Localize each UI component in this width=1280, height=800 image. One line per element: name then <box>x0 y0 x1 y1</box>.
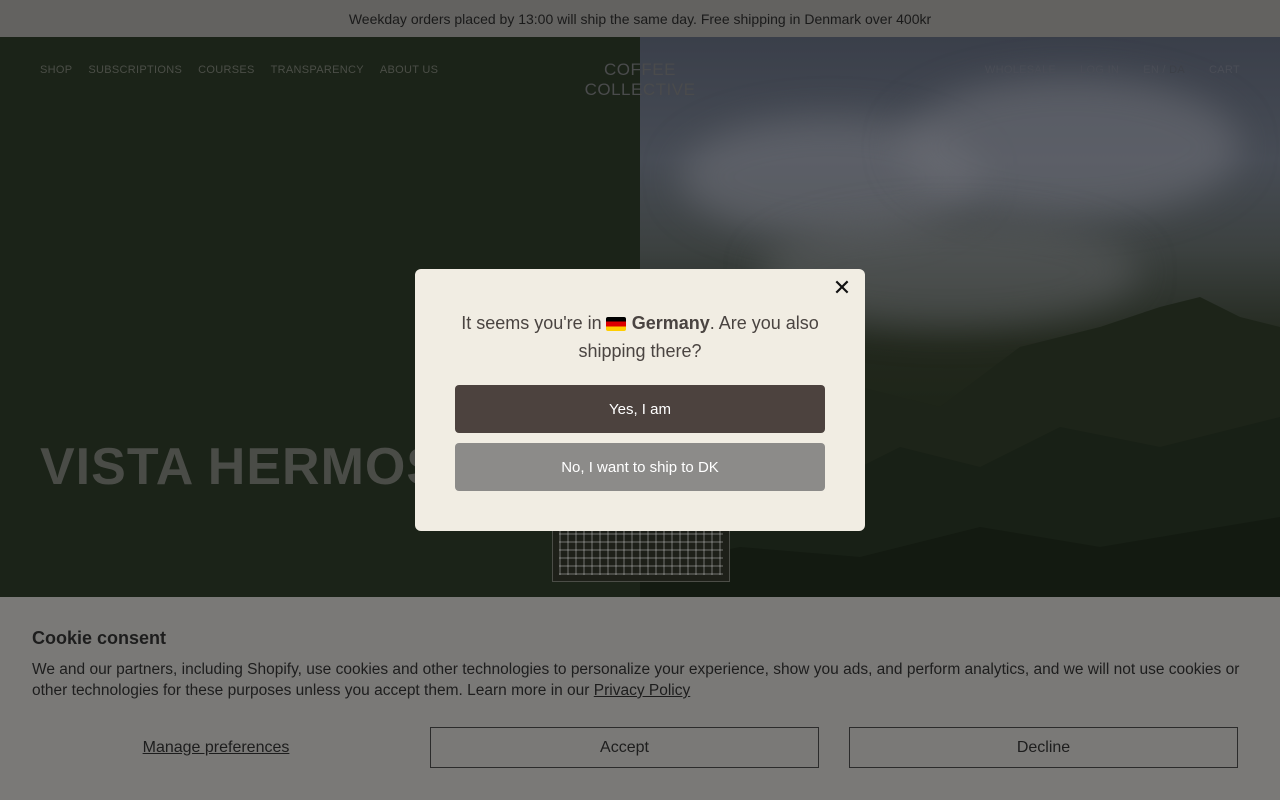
main-nav: SHOP SUBSCRIPTIONS COURSES TRANSPARENCY … <box>40 64 438 76</box>
decline-button[interactable]: Decline <box>849 727 1238 768</box>
nav-item-cart[interactable]: CART <box>1209 64 1240 76</box>
cookie-title: Cookie consent <box>32 628 167 648</box>
modal-text-before: It seems you're in <box>461 313 602 333</box>
modal-message: It seems you're in Germany. Are you also … <box>455 309 825 365</box>
nav-item-wholesale[interactable]: WHOLESALE <box>985 64 1056 76</box>
yes-button[interactable]: Yes, I am <box>455 385 825 433</box>
cookie-body: We and our partners, including Shopify, … <box>32 659 1248 701</box>
close-icon[interactable]: ✕ <box>831 277 853 299</box>
language-switcher[interactable]: EN / DA <box>1143 64 1185 76</box>
nav-item-subscriptions[interactable]: SUBSCRIPTIONS <box>88 64 182 76</box>
nav-item-shop[interactable]: SHOP <box>40 64 72 76</box>
cookie-banner: Cookie consent We and our partners, incl… <box>0 597 1280 800</box>
lang-separator: / <box>1159 64 1170 76</box>
utility-nav: WHOLESALE LOG IN EN / DA CART <box>985 64 1240 76</box>
lang-en[interactable]: EN <box>1143 64 1159 76</box>
ship-to-dk-button[interactable]: No, I want to ship to DK <box>455 443 825 491</box>
announcement-text: Weekday orders placed by 13:00 will ship… <box>348 10 932 27</box>
nav-item-login[interactable]: LOG IN <box>1080 64 1119 76</box>
modal-country: Germany <box>631 313 710 333</box>
lang-da[interactable]: DA <box>1169 64 1185 76</box>
accept-button[interactable]: Accept <box>430 727 819 768</box>
nav-item-about-us[interactable]: ABOUT US <box>380 64 438 76</box>
nav-item-transparency[interactable]: TRANSPARENCY <box>271 64 364 76</box>
privacy-policy-link[interactable]: Privacy Policy <box>594 682 690 699</box>
country-modal: ✕ It seems you're in Germany. Are you als… <box>415 269 865 531</box>
germany-flag-icon <box>605 317 626 331</box>
announcement-bar: Weekday orders placed by 13:00 will ship… <box>0 0 1280 37</box>
site-logo[interactable]: COFFEE COLLECTIVE <box>560 60 720 100</box>
manage-preferences-button[interactable]: Manage preferences <box>32 727 400 768</box>
nav-item-courses[interactable]: COURSES <box>198 64 255 76</box>
